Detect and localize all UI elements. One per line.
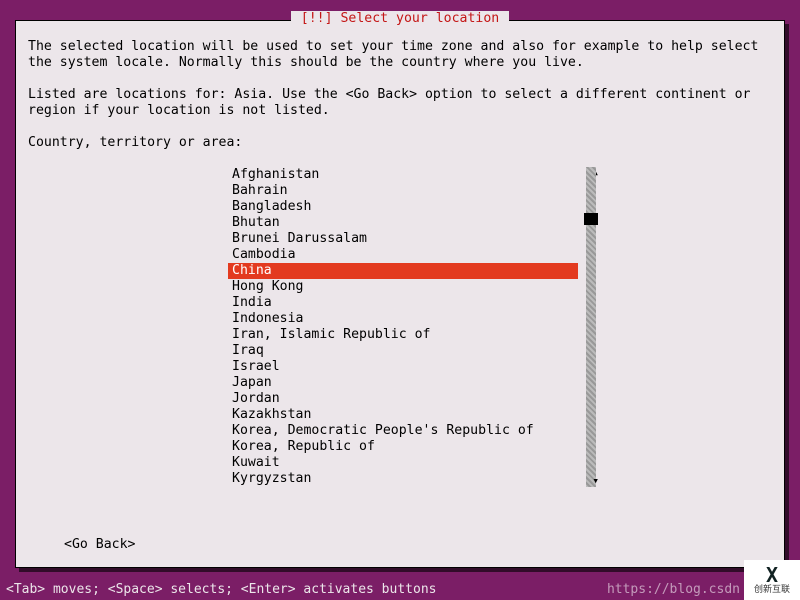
list-item[interactable]: Afghanistan	[228, 167, 578, 183]
logo-glyph: X	[766, 564, 778, 586]
list-item[interactable]: Bhutan	[228, 215, 578, 231]
list-item[interactable]: Brunei Darussalam	[228, 231, 578, 247]
list-item[interactable]: Israel	[228, 359, 578, 375]
watermark-text: https://blog.csdn	[607, 582, 740, 598]
list-item[interactable]: Kuwait	[228, 455, 578, 471]
list-item[interactable]: Cambodia	[228, 247, 578, 263]
installer-screen: [!!] Select your location The selected l…	[0, 0, 800, 600]
go-back-button[interactable]: <Go Back>	[64, 537, 135, 553]
location-list[interactable]: AfghanistanBahrainBangladeshBhutanBrunei…	[228, 167, 578, 487]
scrollbar-thumb[interactable]	[584, 213, 598, 225]
prompt-label: Country, territory or area:	[28, 135, 772, 151]
logo-caption: 创新互联	[754, 586, 790, 596]
list-item[interactable]: Bahrain	[228, 183, 578, 199]
dialog-body: The selected location will be used to se…	[16, 21, 784, 499]
scroll-down-arrow[interactable]: ▾	[592, 473, 599, 489]
list-item[interactable]: Iraq	[228, 343, 578, 359]
list-item[interactable]: China	[228, 263, 578, 279]
paragraph-2: Listed are locations for: Asia. Use the …	[28, 87, 772, 119]
list-item[interactable]: India	[228, 295, 578, 311]
corner-logo: X 创新互联	[744, 560, 800, 600]
title-wrap: [!!] Select your location	[16, 11, 784, 27]
location-list-area: AfghanistanBahrainBangladeshBhutanBrunei…	[228, 167, 578, 487]
list-item[interactable]: Iran, Islamic Republic of	[228, 327, 578, 343]
list-item[interactable]: Japan	[228, 375, 578, 391]
list-item[interactable]: Hong Kong	[228, 279, 578, 295]
list-item[interactable]: Kazakhstan	[228, 407, 578, 423]
dialog-title: [!!] Select your location	[291, 11, 510, 27]
list-item[interactable]: Kyrgyzstan	[228, 471, 578, 487]
list-item[interactable]: Bangladesh	[228, 199, 578, 215]
list-item[interactable]: Indonesia	[228, 311, 578, 327]
list-item[interactable]: Korea, Democratic People's Republic of	[228, 423, 578, 439]
paragraph-1: The selected location will be used to se…	[28, 39, 772, 71]
list-item[interactable]: Korea, Republic of	[228, 439, 578, 455]
location-dialog: [!!] Select your location The selected l…	[15, 20, 785, 568]
list-item[interactable]: Jordan	[228, 391, 578, 407]
